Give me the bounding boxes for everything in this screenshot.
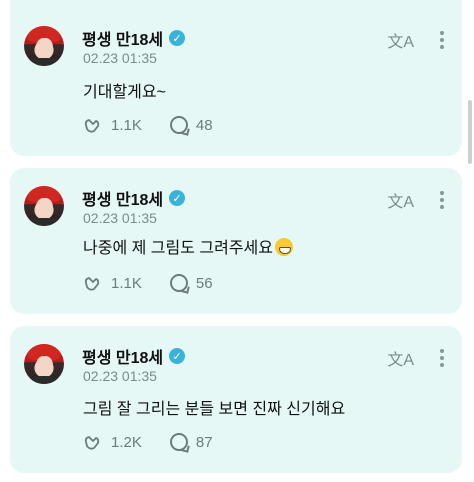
more-vertical-icon[interactable] (440, 191, 444, 209)
comment-count: 56 (195, 274, 213, 292)
comment-button[interactable]: 87 (169, 433, 213, 451)
post-stats: 1.1K 48 (83, 116, 213, 134)
comment-button[interactable]: 48 (169, 116, 213, 134)
author-name[interactable]: 평생 만18세 ✓ (82, 26, 186, 50)
post-card[interactable]: 평생 만18세 ✓ 02.23 01:35 文A 기대할게요~ 1.1K 48 (10, 0, 462, 156)
like-button[interactable]: 1.2K (83, 433, 142, 451)
author-name[interactable]: 평생 만18세 ✓ (82, 344, 186, 368)
more-vertical-icon[interactable] (440, 31, 444, 49)
like-button[interactable]: 1.1K (83, 274, 142, 292)
translate-icon[interactable]: 文A (387, 346, 414, 370)
avatar[interactable] (24, 26, 64, 66)
clapping-hands-icon (84, 277, 100, 291)
comment-bubble-icon (169, 433, 188, 451)
translate-icon[interactable]: 文A (387, 188, 414, 212)
scrollbar[interactable] (468, 100, 472, 164)
comment-count: 87 (195, 433, 213, 451)
verified-badge-icon: ✓ (169, 190, 186, 206)
post-timestamp: 02.23 01:35 (83, 368, 157, 384)
post-stats: 1.2K 87 (83, 433, 213, 451)
comment-count: 48 (195, 116, 213, 134)
translate-icon[interactable]: 文A (387, 28, 414, 52)
verified-badge-icon: ✓ (169, 30, 186, 46)
post-stats: 1.1K 56 (83, 274, 213, 292)
author-name[interactable]: 평생 만18세 ✓ (82, 186, 186, 210)
comment-button[interactable]: 56 (169, 274, 213, 292)
comment-bubble-icon (169, 116, 188, 134)
like-count: 1.1K (111, 274, 142, 292)
post-timestamp: 02.23 01:35 (83, 50, 157, 66)
verified-badge-icon: ✓ (169, 348, 186, 364)
more-vertical-icon[interactable] (440, 349, 444, 367)
grinning-face-emoji (274, 238, 293, 256)
post-card[interactable]: 평생 만18세 ✓ 02.23 01:35 文A 그림 잘 그리는 분들 보면 … (10, 326, 462, 473)
like-button[interactable]: 1.1K (83, 116, 142, 134)
clapping-hands-icon (84, 436, 100, 450)
post-text: 나중에 제 그림도 그려주세요 (83, 234, 293, 258)
clapping-hands-icon (84, 119, 100, 133)
like-count: 1.1K (111, 116, 142, 134)
post-timestamp: 02.23 01:35 (83, 210, 157, 226)
comment-bubble-icon (169, 274, 188, 292)
like-count: 1.2K (111, 433, 142, 451)
avatar[interactable] (24, 186, 64, 226)
post-text: 기대할게요~ (83, 84, 166, 101)
post-card[interactable]: 평생 만18세 ✓ 02.23 01:35 文A 나중에 제 그림도 그려주세요… (10, 168, 462, 314)
avatar[interactable] (24, 344, 64, 384)
post-text: 그림 잘 그리는 분들 보면 진짜 신기해요 (83, 401, 346, 418)
